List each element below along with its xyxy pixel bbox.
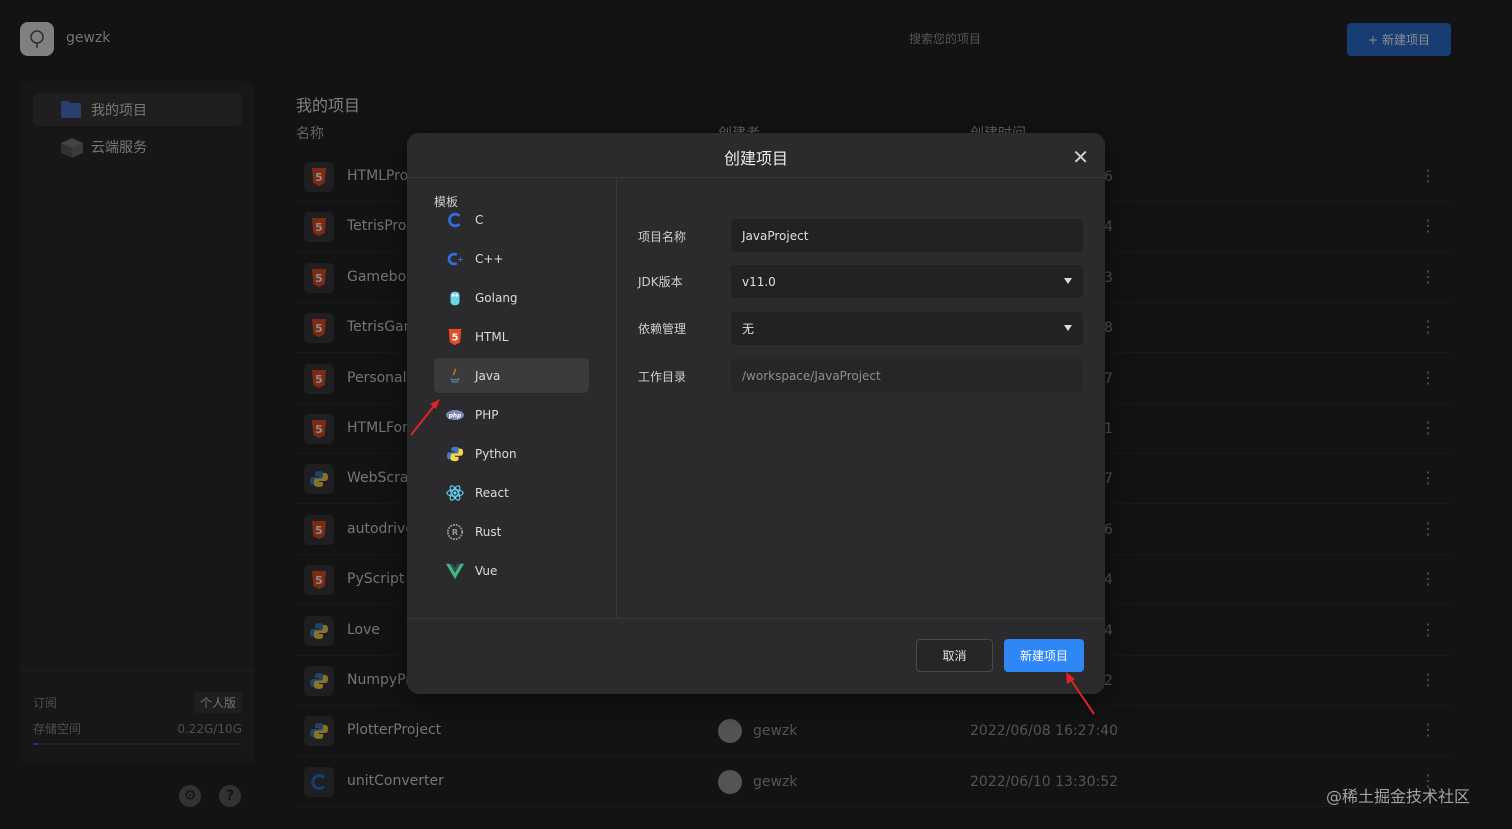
html5-icon: 5 xyxy=(445,327,465,347)
template-item-python[interactable]: Python xyxy=(434,436,589,471)
template-item-golang[interactable]: Golang xyxy=(434,280,589,315)
template-item-php[interactable]: php PHP xyxy=(434,397,589,432)
chevron-down-icon xyxy=(1064,325,1072,331)
template-item-c[interactable]: C xyxy=(434,202,589,237)
rust-icon: R xyxy=(445,522,465,542)
template-item-html[interactable]: 5 HTML xyxy=(434,319,589,354)
workdir-label: 工作目录 xyxy=(638,370,687,384)
c-icon xyxy=(445,210,465,230)
template-item-react[interactable]: React xyxy=(434,475,589,510)
template-item-rust[interactable]: R Rust xyxy=(434,514,589,549)
jdk-version-select[interactable]: v11.0 xyxy=(731,265,1083,298)
python-icon xyxy=(445,444,465,464)
svg-text:R: R xyxy=(452,527,459,537)
template-label: C++ xyxy=(475,251,504,266)
project-name-input[interactable]: JavaProject xyxy=(731,219,1083,252)
create-project-button[interactable]: 新建项目 xyxy=(1004,639,1084,672)
php-icon: php xyxy=(445,405,465,425)
template-label: C xyxy=(475,212,484,227)
template-label: HTML xyxy=(475,329,509,344)
vue-icon xyxy=(445,561,465,581)
template-list: 模板 C + C++ Golang 5 HTML Java php PHP Pytho… xyxy=(407,178,617,618)
template-label: Golang xyxy=(475,290,518,305)
workdir-input: /workspace/JavaProject xyxy=(731,359,1083,392)
jdk-version-value: v11.0 xyxy=(742,274,776,289)
watermark: @稀土掘金技术社区 xyxy=(1326,787,1471,806)
dependency-label: 依赖管理 xyxy=(638,322,687,336)
template-label: Python xyxy=(475,446,517,461)
svg-text:php: php xyxy=(448,413,462,419)
project-name-label: 项目名称 xyxy=(638,230,687,244)
template-item-vue[interactable]: Vue xyxy=(434,553,589,588)
dialog-title: 创建项目 xyxy=(723,149,788,168)
cancel-button[interactable]: 取消 xyxy=(916,639,993,672)
template-label: Vue xyxy=(475,563,498,578)
react-icon xyxy=(445,483,465,503)
cpp-icon: + xyxy=(445,249,465,269)
svg-text:+: + xyxy=(457,254,463,263)
svg-text:5: 5 xyxy=(452,332,459,343)
close-icon[interactable]: ✕ xyxy=(1072,145,1089,169)
dependency-value: 无 xyxy=(742,322,755,336)
java-icon xyxy=(445,366,465,386)
template-item-cpp[interactable]: + C++ xyxy=(434,241,589,276)
chevron-down-icon xyxy=(1064,278,1072,284)
template-label: PHP xyxy=(475,407,499,422)
dependency-select[interactable]: 无 xyxy=(731,312,1083,345)
dialog-footer-divider xyxy=(407,618,1105,619)
template-label: React xyxy=(475,485,509,500)
golang-icon xyxy=(445,288,465,308)
jdk-version-label: JDK版本 xyxy=(638,275,683,289)
create-project-dialog: 创建项目 ✕ 模板 C + C++ Golang 5 HTML Java php PH… xyxy=(407,133,1105,694)
template-item-java[interactable]: Java xyxy=(434,358,589,393)
template-label: Rust xyxy=(475,524,502,539)
template-label: Java xyxy=(475,368,501,383)
